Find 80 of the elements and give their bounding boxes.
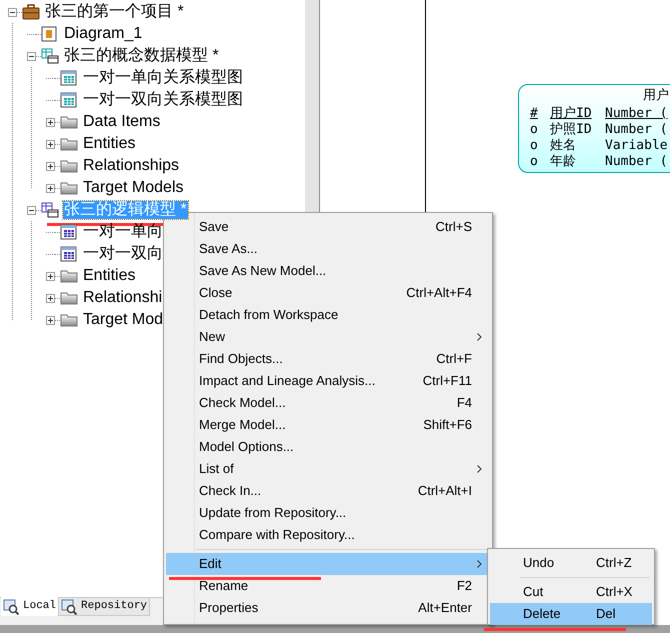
tree-item[interactable]: Entities [82, 135, 136, 153]
tree-item[interactable]: 张三的第一个项目 * [44, 3, 185, 21]
attribute-type: Number ( [605, 122, 668, 138]
menu-item[interactable]: Save As New Model... [166, 260, 490, 282]
entity-title: 用户 [643, 88, 669, 104]
model-icon [41, 202, 59, 218]
collapse-toggle[interactable] [27, 206, 36, 214]
folder-icon [60, 181, 78, 195]
pane-tab[interactable]: Local [1, 597, 58, 616]
folder-icon [60, 137, 78, 151]
tree-item[interactable]: Target Models [82, 179, 184, 197]
tree-item[interactable]: 张三的概念数据模型 * [63, 47, 220, 65]
expand-toggle[interactable] [46, 184, 55, 192]
attribute-name: 用户ID [550, 106, 593, 122]
menu-item[interactable]: Update from Repository... [166, 502, 490, 524]
tree-item[interactable]: 一对一单向 [82, 223, 164, 241]
chevron-right-icon [477, 333, 482, 341]
collapse-toggle[interactable] [8, 8, 17, 16]
diagram-icon [60, 92, 77, 108]
expand-toggle[interactable] [46, 316, 55, 324]
menu-item[interactable]: Check In... Ctrl+Alt+I [166, 480, 490, 502]
folder-icon [60, 159, 78, 173]
tree-item[interactable]: Diagram_1 [63, 25, 144, 43]
menu-item[interactable]: Cut Ctrl+X [490, 581, 652, 603]
menu-item[interactable]: Undo Ctrl+Z [490, 552, 652, 574]
attribute-type: Number ( [605, 154, 668, 170]
collapse-toggle[interactable] [27, 52, 36, 60]
menu-item[interactable]: Compare with Repository... [166, 524, 490, 546]
tree-item[interactable]: Data Items [82, 113, 162, 131]
pane-tab[interactable]: Repository [58, 597, 150, 616]
menu-item[interactable]: Detach from Workspace [166, 304, 490, 326]
attribute-name: 年龄 [550, 154, 577, 170]
diagram-icon [60, 224, 77, 240]
folder-icon [60, 115, 78, 129]
menu-item[interactable]: List of [166, 458, 490, 480]
tree-item[interactable]: 一对一单向关系模型图 [82, 69, 244, 87]
attribute-marker: # [530, 106, 539, 122]
attribute-marker: o [530, 138, 539, 154]
magnifier-icon [3, 598, 19, 614]
model-icon [41, 48, 59, 64]
tree-item[interactable]: Target Mod [82, 311, 164, 329]
menu-item[interactable]: Edit [166, 553, 490, 575]
attribute-name: 护照ID [550, 122, 593, 138]
attribute-marker: o [530, 154, 539, 170]
menu-item[interactable]: Close Ctrl+Alt+F4 [166, 282, 490, 304]
menu-item[interactable]: Properties Alt+Enter [166, 597, 490, 619]
attribute-name: 姓名 [550, 138, 577, 154]
expand-toggle[interactable] [46, 272, 55, 280]
menu-item[interactable]: Check Model... F4 [166, 392, 490, 414]
menu-item[interactable]: Merge Model... Shift+F6 [166, 414, 490, 436]
diagram-icon [41, 26, 57, 42]
diagram-icon [60, 70, 77, 86]
expand-toggle[interactable] [46, 162, 55, 170]
tree-item[interactable]: Relationshi [82, 289, 164, 307]
expand-toggle[interactable] [46, 118, 55, 126]
attribute-marker: o [530, 122, 539, 138]
tree-item[interactable]: 一对一双向关系模型图 [82, 91, 244, 109]
menu-item[interactable]: Model Options... [166, 436, 490, 458]
attribute-type: Variable [605, 138, 668, 154]
folder-icon [60, 313, 78, 327]
chevron-right-icon [477, 560, 482, 568]
menu-item[interactable]: Impact and Lineage Analysis... Ctrl+F11 [166, 370, 490, 392]
attribute-type: Number ( [605, 106, 668, 122]
diagram-icon [60, 246, 77, 262]
menu-item[interactable]: Delete Del [490, 603, 652, 625]
menu-item[interactable]: Save As... [166, 238, 490, 260]
expand-toggle[interactable] [46, 140, 55, 148]
folder-icon [60, 269, 78, 283]
menu-item[interactable]: Save Ctrl+S [166, 216, 490, 238]
tree-item[interactable]: Entities [82, 267, 136, 285]
folder-icon [60, 291, 78, 305]
menu-item[interactable]: Find Objects... Ctrl+F [166, 348, 490, 370]
menu-item[interactable]: Rename F2 [166, 575, 490, 597]
tree-item[interactable]: 一对一双向 [82, 245, 164, 263]
briefcase-icon [22, 4, 40, 20]
expand-toggle[interactable] [46, 294, 55, 302]
menu-item[interactable]: New [166, 326, 490, 348]
magnifier-icon [61, 598, 78, 614]
tree-item[interactable]: Relationships [82, 157, 180, 175]
chevron-right-icon [477, 465, 482, 473]
